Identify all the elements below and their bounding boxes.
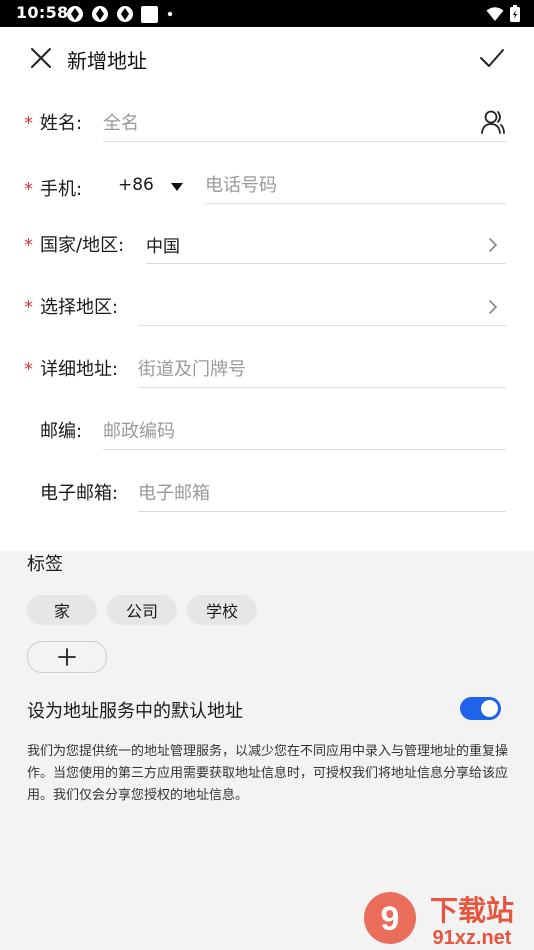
- svg-text:9: 9: [381, 900, 400, 938]
- tag-chip-school[interactable]: 学校: [187, 595, 257, 625]
- country-label: 国家/地区:: [40, 235, 125, 256]
- wifi-icon: [486, 6, 504, 21]
- country-code[interactable]: +86: [118, 175, 154, 195]
- region-label: 选择地区:: [40, 297, 119, 318]
- tag-chip-company[interactable]: 公司: [107, 595, 177, 625]
- toggle-knob: [481, 700, 498, 717]
- notification-square-icon: [141, 5, 158, 23]
- postcode-field: [103, 415, 506, 450]
- country-field[interactable]: 中国: [146, 229, 506, 264]
- page-title: 新增地址: [67, 49, 147, 73]
- battery-charging-icon: [510, 5, 520, 22]
- notification-app-icon: [117, 6, 133, 22]
- chevron-right-icon: [489, 300, 498, 314]
- site-watermark-logo: 9 下载站 91xz.net: [364, 892, 514, 949]
- system-icons: [486, 5, 520, 22]
- default-address-toggle[interactable]: [460, 697, 501, 720]
- more-notifications-dot-icon: [167, 11, 173, 17]
- tags-title: 标签: [27, 554, 63, 575]
- status-bar: 10:58: [0, 0, 534, 27]
- country-value: 中国: [146, 237, 180, 257]
- name-input[interactable]: [103, 107, 506, 139]
- detail-address-field: [138, 353, 506, 388]
- watermark-domain: 91xz.net: [433, 927, 512, 949]
- postcode-input[interactable]: [103, 415, 506, 447]
- name-label: 姓名:: [40, 113, 83, 134]
- chevron-right-icon: [489, 238, 498, 252]
- email-label: 电子邮箱:: [40, 483, 119, 504]
- status-time: 10:58: [16, 3, 69, 22]
- contact-person-icon[interactable]: [480, 109, 506, 135]
- country-code-dropdown-icon[interactable]: [171, 182, 183, 192]
- email-input[interactable]: [138, 477, 506, 509]
- privacy-note: 我们为您提供统一的地址管理服务，以减少您在不同应用中录入与管理地址的重复操作。当…: [27, 744, 509, 803]
- phone-field: [205, 169, 506, 204]
- postcode-label: 邮编:: [40, 421, 83, 442]
- notification-icons: [66, 5, 175, 23]
- detail-address-input[interactable]: [138, 353, 506, 385]
- required-mark: *: [24, 359, 33, 380]
- notification-app-icon: [92, 6, 108, 22]
- default-address-label: 设为地址服务中的默认地址: [27, 701, 243, 722]
- add-tag-button[interactable]: [27, 641, 107, 673]
- required-mark: *: [24, 235, 33, 256]
- required-mark: *: [24, 179, 33, 200]
- plus-icon: [58, 648, 76, 666]
- email-field: [138, 477, 506, 512]
- tag-chip-home[interactable]: 家: [27, 595, 97, 625]
- check-icon[interactable]: [478, 44, 506, 72]
- notification-app-icon: [67, 6, 83, 22]
- phone-label: 手机:: [40, 179, 83, 200]
- name-field: [103, 107, 506, 142]
- required-mark: *: [24, 113, 33, 134]
- region-field[interactable]: [138, 291, 506, 326]
- address-form: * 姓名: * 手机: +86 * 国家/地区: 中国: [0, 89, 534, 551]
- close-icon[interactable]: [28, 45, 54, 71]
- detail-address-label: 详细地址:: [40, 359, 119, 380]
- app-bar: 新增地址: [0, 27, 534, 89]
- required-mark: *: [24, 297, 33, 318]
- watermark-brand: 下载站: [430, 894, 514, 927]
- phone-input[interactable]: [205, 169, 506, 201]
